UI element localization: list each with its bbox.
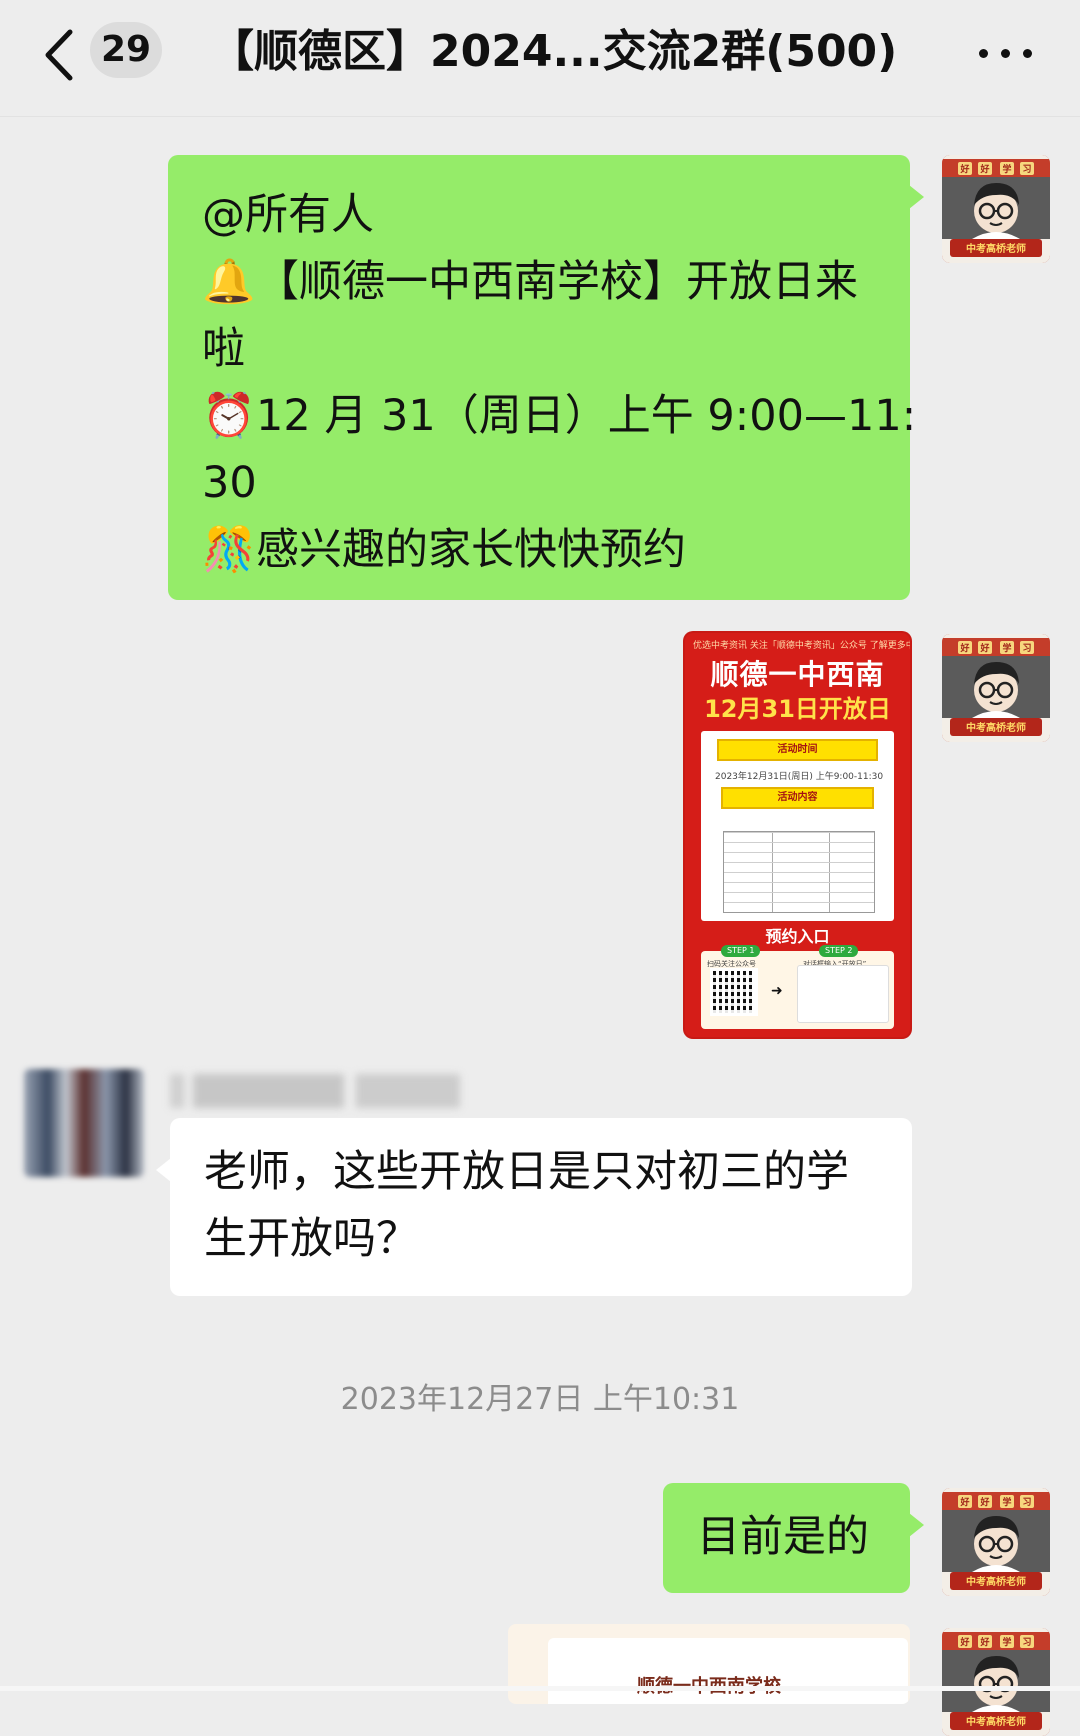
svg-text:中考高桥老师: 中考高桥老师 — [966, 721, 1026, 734]
poster-banner-time: 活动时间 — [717, 739, 878, 761]
teacher-avatar-art: 好好 学习 中考高桥老师 — [942, 155, 1050, 263]
svg-text:好: 好 — [979, 1496, 989, 1508]
chat-header: 29 【顺德区】2024...交流2群(500) — [0, 0, 1080, 117]
teacher-avatar-art: 好好 学习 中考高桥老师 — [942, 634, 1050, 742]
svg-text:学: 学 — [1002, 163, 1011, 175]
poster-time-text: 2023年12月31日(周日) 上午9:00-11:30 — [715, 772, 884, 782]
arrow-right-icon: ➜ — [771, 983, 783, 999]
confetti-icon: 🎊 — [202, 525, 256, 575]
my-avatar[interactable]: 好好 学习 中考高桥老师 — [942, 155, 1050, 263]
svg-text:好: 好 — [959, 163, 969, 175]
announcement-message-bubble[interactable]: @所有人 🔔【顺德一中西南学校】开放日来 啦 ⏰12 月 31（周日）上午 9:… — [168, 155, 924, 600]
sender-name-blurred — [170, 1074, 460, 1108]
partial-card-title: 顺德一中西南学校 — [508, 1672, 910, 1698]
poster-subtitle: 12月31日开放日 — [704, 695, 891, 723]
mention-all[interactable]: @所有人 — [202, 182, 916, 249]
poster-reserve-heading: 预约入口 — [765, 927, 830, 946]
more-options-icon[interactable] — [975, 36, 1035, 70]
back-arrow-icon[interactable] — [40, 26, 80, 84]
poster-banner-content: 活动内容 — [721, 787, 874, 809]
chat-timestamp: 2023年12月27日 上午10:31 — [340, 1382, 740, 1417]
svg-text:好: 好 — [959, 1636, 969, 1648]
my-avatar[interactable]: 好好 学习 中考高桥老师 — [942, 634, 1050, 742]
svg-text:习: 习 — [1022, 1637, 1031, 1648]
announce-line: 🎊感兴趣的家长快快预约 — [202, 517, 916, 584]
question-message-bubble[interactable]: 老师，这些开放日是只对初三的学 生开放吗？ — [156, 1118, 912, 1296]
partial-image-message[interactable]: 顺德一中西南学校 — [508, 1624, 910, 1704]
poster-schedule-table — [723, 831, 875, 913]
chat-title[interactable]: 【顺德区】2024...交流2群(500) — [210, 20, 910, 84]
qr-code — [710, 968, 758, 1016]
svg-text:好: 好 — [979, 1636, 989, 1648]
poster-reserve-steps: STEP 1 STEP 2 扫码关注公众号 对话框输入“开放日” ➜ — [701, 945, 894, 1029]
poster-info-card: 活动时间 2023年12月31日(周日) 上午9:00-11:30 活动内容 — [701, 731, 894, 921]
svg-text:习: 习 — [1022, 164, 1031, 175]
my-avatar[interactable]: 好好 学习 中考高桥老师 — [942, 1488, 1050, 1596]
unread-count-badge[interactable]: 29 — [90, 22, 162, 78]
announce-line: ⏰12 月 31（周日）上午 9:00—11: — [202, 383, 916, 450]
announce-line: 30 — [202, 458, 257, 508]
svg-text:习: 习 — [1022, 1497, 1031, 1508]
svg-text:中考高桥老师: 中考高桥老师 — [966, 1715, 1026, 1728]
svg-text:好: 好 — [979, 642, 989, 654]
reply-message-bubble[interactable]: 目前是的 — [663, 1483, 924, 1593]
reply-text: 目前是的 — [697, 1512, 869, 1562]
sender-avatar[interactable] — [24, 1069, 144, 1177]
svg-text:学: 学 — [1002, 642, 1011, 654]
my-avatar[interactable]: 好好 学习 中考高桥老师 — [942, 1628, 1050, 1736]
poster-title: 顺德一中西南 — [710, 658, 885, 691]
teacher-avatar-art: 好好 学习 中考高桥老师 — [942, 1628, 1050, 1736]
teacher-avatar-art: 好好 学习 中考高桥老师 — [942, 1488, 1050, 1596]
svg-text:好: 好 — [979, 163, 989, 175]
svg-text:习: 习 — [1022, 643, 1031, 654]
svg-text:好: 好 — [959, 642, 969, 654]
poster-chat-mockup — [797, 965, 889, 1023]
svg-text:好: 好 — [959, 1496, 969, 1508]
alarm-clock-icon: ⏰ — [202, 391, 256, 441]
step2-tag: STEP 2 — [819, 945, 859, 957]
svg-text:学: 学 — [1002, 1636, 1011, 1648]
step1-tag: STEP 1 — [721, 945, 761, 957]
announce-line: 🔔【顺德一中西南学校】开放日来 — [202, 249, 916, 316]
screen-bottom-edge — [0, 1686, 1080, 1691]
announce-line: 啦 — [202, 324, 245, 374]
open-day-poster-image[interactable]: 优选中考资讯 关注「顺德中考资讯」公众号 了解更多中考资讯 顺德一中西南 12月… — [685, 633, 910, 1037]
svg-text:学: 学 — [1002, 1496, 1011, 1508]
svg-text:中考高桥老师: 中考高桥老师 — [966, 1575, 1026, 1588]
question-text: 老师，这些开放日是只对初三的学 生开放吗？ — [204, 1147, 849, 1264]
step1-text: 扫码关注公众号 — [707, 960, 756, 968]
svg-text:中考高桥老师: 中考高桥老师 — [966, 242, 1026, 255]
poster-top-line: 优选中考资讯 关注「顺德中考资讯」公众号 了解更多中考资讯 — [693, 641, 910, 651]
bell-icon: 🔔 — [202, 257, 256, 307]
announcement-text: @所有人 🔔【顺德一中西南学校】开放日来 啦 ⏰12 月 31（周日）上午 9:… — [202, 182, 916, 584]
